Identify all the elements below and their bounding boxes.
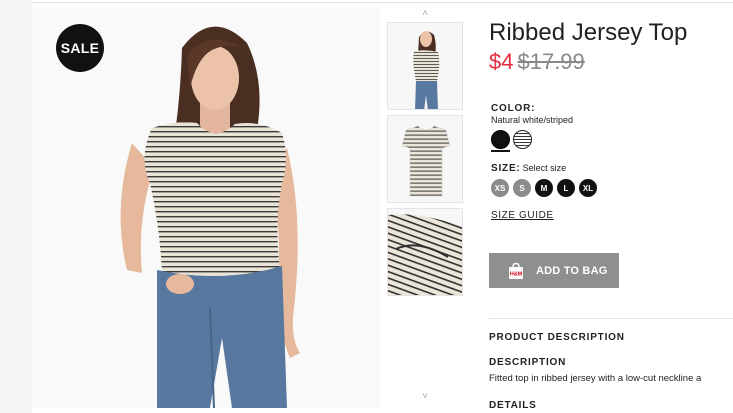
description-heading: DESCRIPTION <box>489 357 567 368</box>
color-label: COLOR: <box>491 103 536 114</box>
main-product-image[interactable]: SALE <box>32 8 380 408</box>
thumbnail-model-image <box>388 23 462 109</box>
product-info-panel: Ribbed Jersey Top $4 $17.99 COLOR: Natura… <box>489 0 733 413</box>
size-heading: SIZE: Select size <box>491 163 566 174</box>
thumbnail-detail-image <box>388 209 462 295</box>
sale-price: $4 <box>489 49 514 74</box>
original-price: $17.99 <box>517 49 585 74</box>
description-text: Fitted top in ribbed jersey with a low-c… <box>489 373 702 384</box>
color-value: Natural white/striped <box>491 115 574 125</box>
thumbnail-model-front[interactable] <box>387 22 463 110</box>
product-title: Ribbed Jersey Top <box>489 19 688 46</box>
size-option-l[interactable]: L <box>557 179 575 197</box>
price-block: $4 $17.99 <box>489 49 585 75</box>
bag-logo-text: H&M <box>510 271 523 277</box>
section-divider <box>489 318 733 319</box>
size-label: SIZE: <box>491 163 521 174</box>
size-option-m[interactable]: M <box>535 179 553 197</box>
size-option-xl[interactable]: XL <box>579 179 597 197</box>
chevron-up-icon[interactable]: ˄ <box>386 8 464 19</box>
color-swatches <box>491 130 532 152</box>
thumbnail-flat-lay[interactable] <box>387 115 463 203</box>
swatch-natural-white-striped[interactable] <box>513 130 532 149</box>
swatch-underline <box>491 150 510 152</box>
add-to-bag-label: ADD TO BAG <box>536 264 608 277</box>
details-heading: DETAILS <box>489 400 537 411</box>
size-option-xs[interactable]: XS <box>491 179 509 197</box>
sale-badge: SALE <box>56 24 104 72</box>
size-option-s[interactable]: S <box>513 179 531 197</box>
product-description-heading[interactable]: PRODUCT DESCRIPTION <box>489 332 625 343</box>
size-guide-link[interactable]: SIZE GUIDE <box>491 210 554 221</box>
thumbnail-flat-image <box>388 116 462 202</box>
size-hint: Select size <box>522 163 567 173</box>
swatch-black[interactable] <box>491 130 510 149</box>
add-to-bag-button[interactable]: H&M ADD TO BAG <box>489 253 619 288</box>
thumbnail-strip: ˄ ˅ <box>386 8 464 413</box>
size-options: XS S M L XL <box>491 179 597 197</box>
thumbnail-fabric-detail[interactable] <box>387 208 463 296</box>
chevron-down-icon[interactable]: ˅ <box>386 391 464 402</box>
left-gutter <box>0 0 32 413</box>
shopping-bag-icon: H&M <box>507 262 525 280</box>
